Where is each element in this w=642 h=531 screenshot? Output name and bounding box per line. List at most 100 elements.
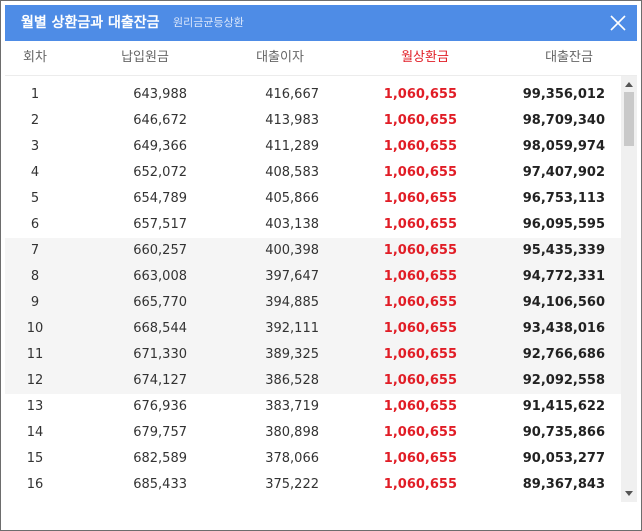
table-row: 1 643,988 416,667 1,060,655 99,356,012	[5, 82, 621, 108]
row-payment: 1,060,655	[383, 191, 457, 206]
row-round: 7	[30, 243, 40, 258]
row-principal: 654,789	[133, 191, 187, 206]
row-round: 6	[30, 217, 40, 232]
row-interest: 375,222	[265, 477, 319, 492]
row-round: 1	[30, 87, 40, 102]
header-balance: 대출잔금	[545, 50, 593, 65]
dialog-subtitle: 원리금균등상환	[173, 16, 244, 29]
row-balance: 90,735,866	[522, 425, 605, 440]
row-interest: 413,983	[265, 113, 319, 128]
table-row: 6 657,517 403,138 1,060,655 96,095,595	[5, 212, 621, 238]
row-payment: 1,060,655	[383, 295, 457, 310]
row-balance: 93,438,016	[522, 321, 605, 336]
row-interest: 405,866	[265, 191, 319, 206]
row-interest: 389,325	[265, 347, 319, 362]
row-principal: 668,544	[133, 321, 187, 336]
table-row: 8 663,008 397,647 1,060,655 94,772,331	[5, 264, 621, 290]
row-payment: 1,060,655	[383, 477, 457, 492]
row-interest: 378,066	[265, 451, 319, 466]
row-round: 5	[30, 191, 40, 206]
vertical-scrollbar[interactable]	[621, 76, 637, 502]
row-balance: 98,709,340	[522, 113, 605, 128]
table-row: 12 674,127 386,528 1,060,655 92,092,558	[5, 368, 621, 394]
row-interest: 408,583	[265, 165, 319, 180]
table-row: 4 652,072 408,583 1,060,655 97,407,902	[5, 160, 621, 186]
row-interest: 392,111	[265, 321, 319, 336]
table-row: 16 685,433 375,222 1,060,655 89,367,843	[5, 472, 621, 498]
row-payment: 1,060,655	[383, 451, 457, 466]
row-principal: 674,127	[133, 373, 187, 388]
header-monthly-payment: 월상환금	[401, 50, 449, 65]
table-body[interactable]: 1 643,988 416,667 1,060,655 99,356,012 2 646,6…	[5, 82, 621, 498]
scroll-up-icon[interactable]	[625, 82, 633, 87]
table-row: 13 676,936 383,719 1,060,655 91,415,622	[5, 394, 621, 420]
row-principal: 652,072	[133, 165, 187, 180]
row-interest: 416,667	[265, 87, 319, 102]
row-round: 4	[30, 165, 40, 180]
row-payment: 1,060,655	[383, 87, 457, 102]
close-icon-graphic	[610, 15, 626, 31]
row-payment: 1,060,655	[383, 425, 457, 440]
scroll-down-icon[interactable]	[625, 491, 633, 496]
row-round: 13	[26, 399, 44, 414]
table-row: 2 646,672 413,983 1,060,655 98,709,340	[5, 108, 621, 134]
row-interest: 400,398	[265, 243, 319, 258]
row-payment: 1,060,655	[383, 217, 457, 232]
row-principal: 660,257	[133, 243, 187, 258]
row-principal: 679,757	[133, 425, 187, 440]
row-balance: 96,095,595	[522, 217, 605, 232]
table-row: 3 649,366 411,289 1,060,655 98,059,974	[5, 134, 621, 160]
row-interest: 411,289	[265, 139, 319, 154]
row-round: 9	[30, 295, 40, 310]
row-round: 15	[26, 451, 44, 466]
row-balance: 99,356,012	[522, 87, 605, 102]
row-round: 14	[26, 425, 44, 440]
row-balance: 97,407,902	[522, 165, 605, 180]
table-row: 10 668,544 392,111 1,060,655 93,438,016	[5, 316, 621, 342]
header-principal: 납입원금	[121, 50, 169, 65]
row-interest: 397,647	[265, 269, 319, 284]
loan-schedule-dialog: 월별 상환금과 대출잔금 원리금균등상환 회차 납입원금 대출이자 월상환금 대…	[0, 0, 642, 531]
row-payment: 1,060,655	[383, 243, 457, 258]
row-interest: 386,528	[265, 373, 319, 388]
table-row: 15 682,589 378,066 1,060,655 90,053,277	[5, 446, 621, 472]
row-payment: 1,060,655	[383, 165, 457, 180]
scrollbar-thumb[interactable]	[624, 92, 634, 146]
row-principal: 646,672	[133, 113, 187, 128]
row-balance: 95,435,339	[522, 243, 605, 258]
row-balance: 94,772,331	[522, 269, 605, 284]
close-icon[interactable]	[609, 14, 627, 32]
row-balance: 94,106,560	[522, 295, 605, 310]
row-interest: 383,719	[265, 399, 319, 414]
row-round: 10	[26, 321, 44, 336]
row-balance: 89,367,843	[522, 477, 605, 492]
dialog-title: 월별 상환금과 대출잔금	[21, 15, 160, 31]
table-row: 5 654,789 405,866 1,060,655 96,753,113	[5, 186, 621, 212]
row-payment: 1,060,655	[383, 113, 457, 128]
row-payment: 1,060,655	[383, 373, 457, 388]
row-balance: 92,766,686	[522, 347, 605, 362]
row-principal: 685,433	[133, 477, 187, 492]
header-round: 회차	[23, 50, 47, 65]
table-row: 9 665,770 394,885 1,060,655 94,106,560	[5, 290, 621, 316]
row-principal: 657,517	[133, 217, 187, 232]
row-round: 11	[26, 347, 44, 362]
table-row: 11 671,330 389,325 1,060,655 92,766,686	[5, 342, 621, 368]
header-interest: 대출이자	[256, 50, 304, 65]
row-payment: 1,060,655	[383, 139, 457, 154]
row-round: 8	[30, 269, 40, 284]
row-balance: 92,092,558	[522, 373, 605, 388]
row-payment: 1,060,655	[383, 399, 457, 414]
table-row: 14 679,757 380,898 1,060,655 90,735,866	[5, 420, 621, 446]
row-round: 12	[26, 373, 44, 388]
table-row: 7 660,257 400,398 1,060,655 95,435,339	[5, 238, 621, 264]
row-principal: 649,366	[133, 139, 187, 154]
row-principal: 682,589	[133, 451, 187, 466]
row-round: 3	[30, 139, 40, 154]
row-balance: 96,753,113	[522, 191, 605, 206]
row-principal: 643,988	[133, 87, 187, 102]
row-principal: 663,008	[133, 269, 187, 284]
table-header: 회차 납입원금 대출이자 월상환금 대출잔금	[5, 41, 637, 76]
row-balance: 98,059,974	[522, 139, 605, 154]
row-round: 2	[30, 113, 40, 128]
